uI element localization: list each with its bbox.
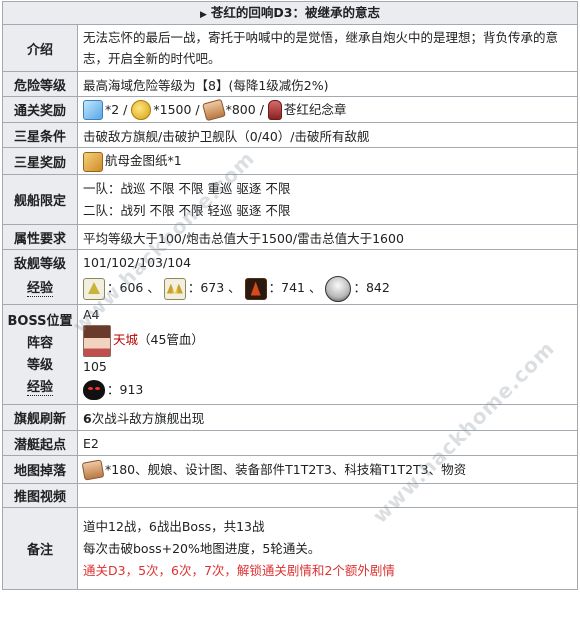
label-danger: 危险等级 bbox=[2, 71, 78, 97]
ticket-icon bbox=[201, 98, 226, 122]
label-clear-reward: 通关奖励 bbox=[2, 96, 78, 123]
label-video: 推图视频 bbox=[2, 483, 78, 508]
value-star-condition: 击破敌方旗舰/击破护卫舰队（0/40）/击破所有敌舰 bbox=[77, 122, 578, 148]
label-intro: 介绍 bbox=[2, 24, 78, 72]
row-drops: 地图掉落 *180、舰娘、设计图、装备部件T1T2T3、科技箱T1T2T3、物资 bbox=[2, 455, 578, 484]
exp-link[interactable]: 经验 bbox=[26, 281, 53, 297]
value-sub: E2 bbox=[77, 430, 578, 456]
character-icon bbox=[83, 324, 111, 357]
enemy-type1-icon bbox=[83, 277, 105, 300]
cube-icon bbox=[83, 100, 103, 120]
collapse-triangle-icon[interactable]: ▶ bbox=[200, 10, 207, 20]
boss-name-link[interactable]: 天城 bbox=[113, 332, 138, 347]
label-flag: 旗舰刷新 bbox=[2, 404, 78, 431]
label-ship-limit: 舰船限定 bbox=[2, 174, 78, 225]
medal-icon bbox=[267, 100, 282, 120]
boss-exp-link[interactable]: 经验 bbox=[26, 379, 53, 396]
row-star-condition: 三星条件 击破敌方旗舰/击破护卫舰队（0/40）/击破所有敌舰 bbox=[2, 122, 578, 148]
value-attr: 平均等级大于100/炮击总值大于1500/雷击总值大于1600 bbox=[77, 224, 578, 250]
value-clear-reward: *2 / *1500 / *800 / 苍红纪念章 bbox=[77, 96, 578, 123]
label-notes: 备注 bbox=[2, 507, 78, 590]
enemy-type3-icon bbox=[244, 277, 267, 300]
row-attr: 属性要求 平均等级大于100/炮击总值大于1500/雷击总值大于1600 bbox=[2, 224, 578, 250]
row-flag: 旗舰刷新 6次战斗敌方旗舰出现 bbox=[2, 404, 578, 431]
label-boss: BOSS位置 阵容 等级 经验 bbox=[2, 304, 78, 405]
row-danger: 危险等级 最高海域危险等级为【8】(每降1级减伤2%) bbox=[2, 71, 578, 97]
stage-info-table: ▶ 苍红的回响D3：被继承的意志 介绍 无法忘怀的最后一战，寄托于呐喊中的是觉悟，… bbox=[2, 1, 578, 590]
label-sub: 潜艇起点 bbox=[2, 430, 78, 456]
value-video bbox=[77, 483, 578, 508]
row-star-reward: 三星奖励 航母金图纸*1 bbox=[2, 147, 578, 175]
value-intro: 无法忘怀的最后一战，寄托于呐喊中的是觉悟，继承自炮火中的是理想；背负传承的意志，… bbox=[77, 24, 578, 72]
label-star-reward: 三星奖励 bbox=[2, 147, 78, 175]
row-notes: 备注 道中12战，6战出Boss，共13战 每次击破boss+20%地图进度，5… bbox=[2, 507, 578, 590]
demon-icon bbox=[83, 380, 105, 401]
enemy-type2-icon bbox=[163, 277, 186, 300]
row-enemy: 敌舰等级 经验 101/102/103/104 ：606 、 ：673 、 ：7… bbox=[2, 249, 578, 305]
label-attr: 属性要求 bbox=[2, 224, 78, 250]
box-icon bbox=[81, 459, 105, 481]
value-enemy: 101/102/103/104 ：606 、 ：673 、 ：741 、 ：84… bbox=[77, 249, 578, 305]
label-drops: 地图掉落 bbox=[2, 455, 78, 484]
value-drops: *180、舰娘、设计图、装备部件T1T2T3、科技箱T1T2T3、物资 bbox=[77, 455, 578, 484]
row-boss: BOSS位置 阵容 等级 经验 A4 天城（45管血） 105 ：913 bbox=[2, 304, 578, 405]
label-enemy: 敌舰等级 经验 bbox=[2, 249, 78, 305]
row-clear-reward: 通关奖励 *2 / *1500 / *800 / 苍红纪念章 bbox=[2, 96, 578, 123]
value-ship-limit: 一队：战巡 不限 不限 重巡 驱逐 不限 二队：战列 不限 不限 轻巡 驱逐 不… bbox=[77, 174, 578, 225]
value-flag: 6次战斗敌方旗舰出现 bbox=[77, 404, 578, 431]
row-sub: 潜艇起点 E2 bbox=[2, 430, 578, 456]
value-star-reward: 航母金图纸*1 bbox=[77, 147, 578, 175]
coin-icon bbox=[131, 100, 152, 120]
enemy-type4-icon bbox=[325, 275, 352, 302]
blueprint-icon bbox=[83, 151, 103, 172]
row-ship-limit: 舰船限定 一队：战巡 不限 不限 重巡 驱逐 不限 二队：战列 不限 不限 轻巡… bbox=[2, 174, 578, 225]
value-notes: 道中12战，6战出Boss，共13战 每次击破boss+20%地图进度，5轮通关… bbox=[77, 507, 578, 590]
row-intro: 介绍 无法忘怀的最后一战，寄托于呐喊中的是觉悟，继承自炮火中的是理想；背负传承的… bbox=[2, 24, 578, 72]
value-danger: 最高海域危险等级为【8】(每降1级减伤2%) bbox=[77, 71, 578, 97]
label-star-condition: 三星条件 bbox=[2, 122, 78, 148]
stage-title: ▶ 苍红的回响D3：被继承的意志 bbox=[2, 1, 578, 24]
value-boss: A4 天城（45管血） 105 ：913 bbox=[77, 304, 578, 405]
row-video: 推图视频 bbox=[2, 483, 578, 508]
